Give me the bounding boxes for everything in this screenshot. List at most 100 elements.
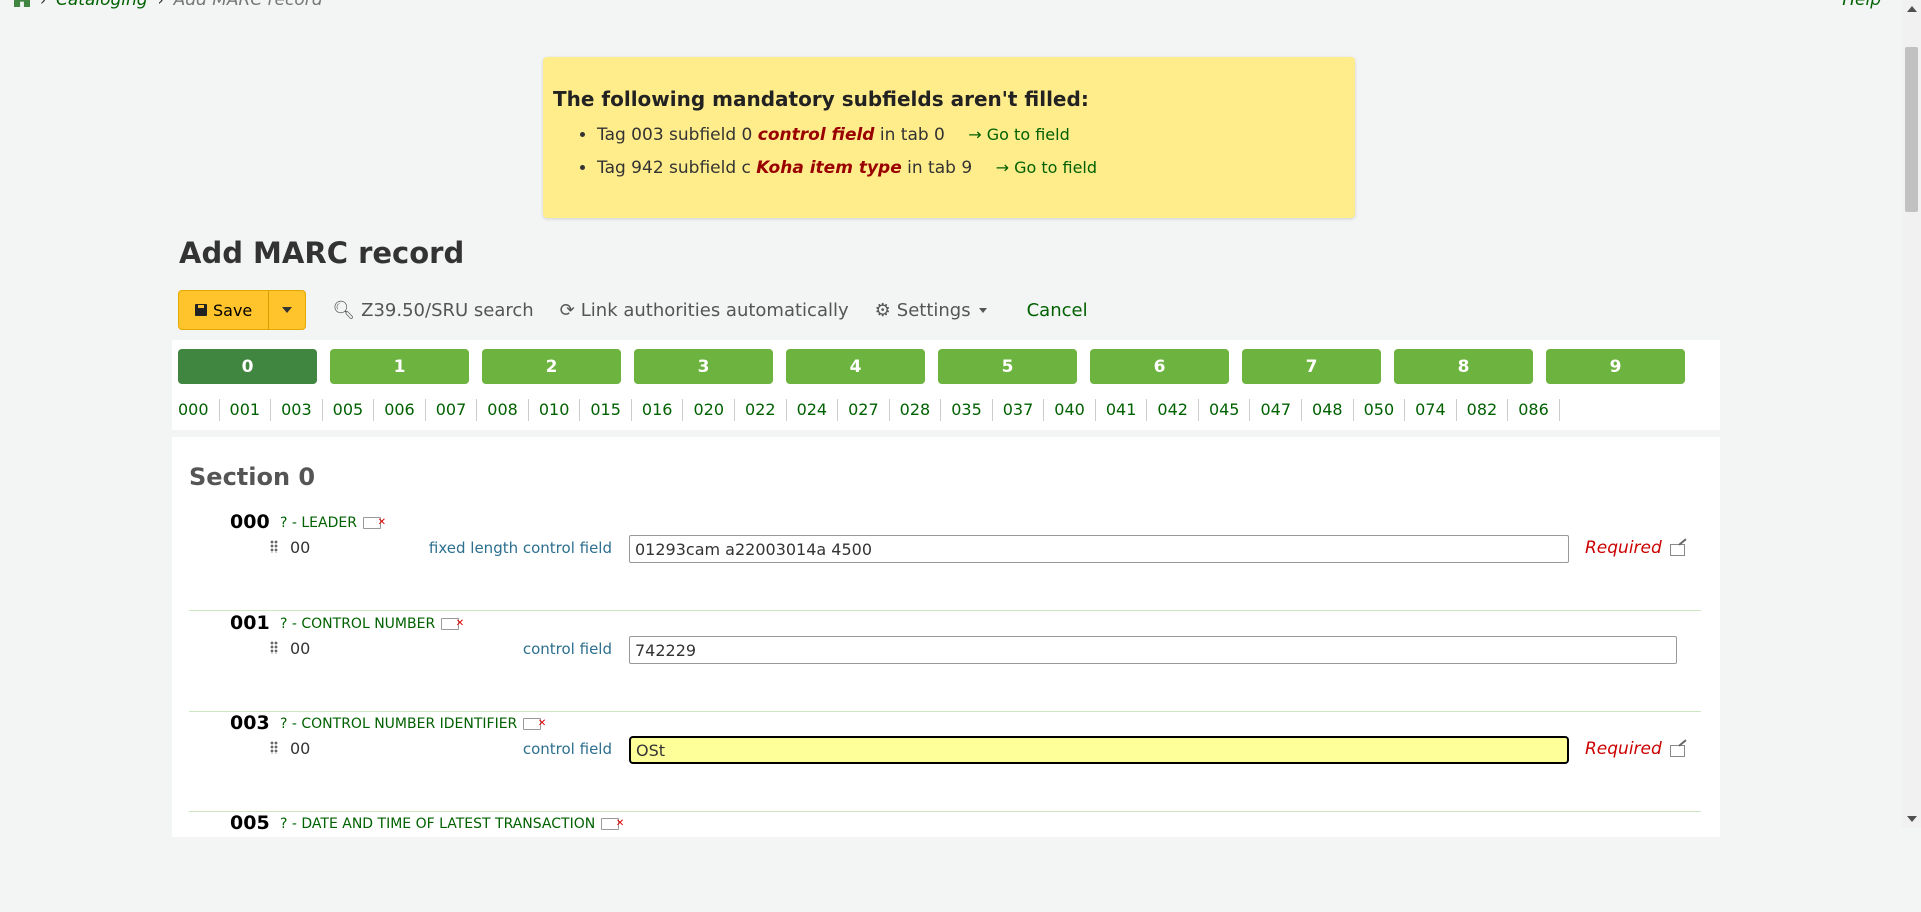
edit-icon[interactable] xyxy=(1670,544,1685,556)
marc-field-000: 000 ? - LEADER 00 fixed length control f… xyxy=(189,511,1701,611)
alert-item: Tag 942 subfield c Koha item type in tab… xyxy=(597,158,1355,178)
go-to-field-label: Go to field xyxy=(1014,158,1098,177)
drag-handle-icon[interactable] xyxy=(270,641,278,654)
tag-number: 001 xyxy=(230,612,270,634)
page-scrollbar[interactable] xyxy=(1902,0,1921,828)
tag-link-086[interactable]: 086 xyxy=(1518,399,1560,421)
breadcrumb-cataloging[interactable]: Cataloging xyxy=(56,0,148,10)
tag-label[interactable]: ? - CONTROL NUMBER xyxy=(280,616,464,632)
z3950-label: Z39.50/SRU search xyxy=(361,299,534,321)
tag-link-000[interactable]: 000 xyxy=(178,399,220,421)
tag-link-015[interactable]: 015 xyxy=(590,399,632,421)
alert-item-text: Tag 942 subfield c xyxy=(597,158,757,178)
tag-label-text: ? - LEADER xyxy=(280,515,357,531)
edit-icon[interactable] xyxy=(1670,745,1685,757)
tab-list: 0 1 2 3 4 5 6 7 8 9 xyxy=(178,349,1685,384)
tab-4[interactable]: 4 xyxy=(786,349,925,384)
tag-link-005[interactable]: 005 xyxy=(333,399,375,421)
arrow-right-icon: → xyxy=(968,125,987,144)
tag-link-047[interactable]: 047 xyxy=(1260,399,1303,421)
drag-handle-icon[interactable] xyxy=(270,540,278,553)
subfield-code: 00 xyxy=(290,639,311,658)
tab-9[interactable]: 9 xyxy=(1546,349,1685,384)
alert-title: The following mandatory subfields aren't… xyxy=(553,87,1089,111)
scrollbar-thumb[interactable] xyxy=(1905,47,1918,212)
scroll-up-icon[interactable] xyxy=(1907,6,1917,12)
alert-item-text: in tab 9 xyxy=(901,158,973,178)
tab-7[interactable]: 7 xyxy=(1242,349,1381,384)
tag-link-042[interactable]: 042 xyxy=(1157,399,1199,421)
tag-link-048[interactable]: 048 xyxy=(1312,399,1354,421)
subfield-input[interactable]: OSt xyxy=(629,736,1569,764)
section-title: Section 0 xyxy=(189,463,316,491)
settings-label: Settings xyxy=(896,299,971,321)
go-to-field-link[interactable]: → Go to field xyxy=(968,125,1069,144)
tag-link-001[interactable]: 001 xyxy=(230,399,272,421)
tag-link-027[interactable]: 027 xyxy=(848,399,890,421)
tab-2[interactable]: 2 xyxy=(482,349,621,384)
tag-link-037[interactable]: 037 xyxy=(1003,399,1045,421)
alert-item-text: in tab 0 xyxy=(874,125,945,145)
tab-8[interactable]: 8 xyxy=(1394,349,1533,384)
tag-link-040[interactable]: 040 xyxy=(1054,399,1096,421)
chevron-right-icon: › xyxy=(40,0,46,9)
tab-1[interactable]: 1 xyxy=(330,349,469,384)
tag-link-035[interactable]: 035 xyxy=(951,399,993,421)
delete-tag-icon[interactable] xyxy=(601,818,624,830)
save-button[interactable]: Save xyxy=(179,291,270,329)
delete-tag-icon[interactable] xyxy=(523,718,546,730)
tab-panel: 0 1 2 3 4 5 6 7 8 9 000 001 003 005 006 007 00… xyxy=(172,340,1720,430)
delete-tag-icon[interactable] xyxy=(362,517,386,529)
link-authorities-button[interactable]: ⟳ Link authorities automatically xyxy=(560,300,849,321)
subfield-code: 00 xyxy=(290,538,311,557)
tag-link-041[interactable]: 041 xyxy=(1106,399,1148,421)
alert-list: Tag 003 subfield 0 control field in tab … xyxy=(553,125,1355,178)
subfield-input[interactable]: 742229 xyxy=(629,636,1677,664)
tag-link-020[interactable]: 020 xyxy=(693,399,736,421)
tag-link-003[interactable]: 003 xyxy=(281,399,323,421)
page-title: Add MARC record xyxy=(179,236,465,270)
delete-tag-icon[interactable] xyxy=(441,618,464,630)
required-label: Required xyxy=(1585,739,1662,759)
tag-label[interactable]: ? - CONTROL NUMBER IDENTIFIER xyxy=(280,716,546,732)
tag-link-010[interactable]: 010 xyxy=(539,399,581,421)
tag-link-074[interactable]: 074 xyxy=(1415,399,1457,421)
tab-0[interactable]: 0 xyxy=(178,349,317,384)
z3950-search-button[interactable]: 🔍︎ Z39.50/SRU search xyxy=(332,300,533,321)
drag-handle-icon[interactable] xyxy=(270,741,278,754)
tag-link-045[interactable]: 045 xyxy=(1209,399,1251,421)
tag-link-016[interactable]: 016 xyxy=(642,399,684,421)
tag-link-024[interactable]: 024 xyxy=(797,399,839,421)
tag-link-007[interactable]: 007 xyxy=(436,399,478,421)
help-link[interactable]: Help xyxy=(1842,0,1881,10)
save-dropdown-button[interactable] xyxy=(269,291,305,329)
go-to-field-link[interactable]: → Go to field xyxy=(996,158,1097,177)
save-label: Save xyxy=(213,300,253,320)
cancel-label: Cancel xyxy=(1026,299,1088,321)
tag-link-008[interactable]: 008 xyxy=(487,399,529,421)
tab-5[interactable]: 5 xyxy=(938,349,1077,384)
tag-link-050[interactable]: 050 xyxy=(1364,399,1406,421)
tag-link-022[interactable]: 022 xyxy=(745,399,787,421)
subfield-input[interactable]: 01293cam a22003014a 4500 xyxy=(629,535,1569,563)
scroll-down-icon[interactable] xyxy=(1907,816,1917,822)
settings-dropdown[interactable]: ⚙ Settings xyxy=(875,300,987,321)
tab-6[interactable]: 6 xyxy=(1090,349,1229,384)
search-icon: 🔍︎ xyxy=(332,299,356,321)
tag-label-text: ? - CONTROL NUMBER IDENTIFIER xyxy=(280,716,518,732)
tag-number: 005 xyxy=(230,812,270,834)
subfield-label: control field xyxy=(522,740,612,758)
tag-link-006[interactable]: 006 xyxy=(384,399,426,421)
tag-label[interactable]: ? - DATE AND TIME OF LATEST TRANSACTION xyxy=(280,816,624,832)
marc-field-003: 003 ? - CONTROL NUMBER IDENTIFIER 00 con… xyxy=(189,712,1701,812)
tag-link-028[interactable]: 028 xyxy=(900,399,942,421)
link-authorities-label: Link authorities automatically xyxy=(580,299,849,321)
section-0: Section 0 000 ? - LEADER 00 fixed length… xyxy=(172,437,1720,837)
tag-label[interactable]: ? - LEADER xyxy=(280,515,386,531)
cancel-button[interactable]: Cancel xyxy=(1027,300,1088,321)
refresh-icon: ⟳ xyxy=(559,299,575,321)
tag-link-082[interactable]: 082 xyxy=(1467,399,1509,421)
tab-3[interactable]: 3 xyxy=(634,349,773,384)
home-icon[interactable] xyxy=(14,0,30,7)
alert-item-text: Tag 003 subfield 0 xyxy=(597,125,758,145)
